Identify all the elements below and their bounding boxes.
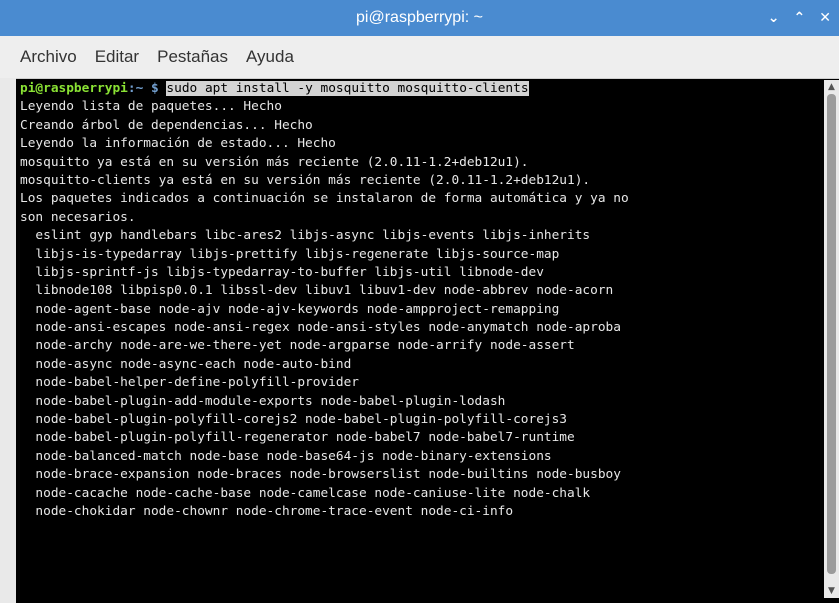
output-line: Leyendo la información de estado... Hech…	[20, 136, 336, 152]
menu-archivo[interactable]: Archivo	[20, 47, 77, 67]
output-line: node-chokidar node-chownr node-chrome-tr…	[20, 503, 514, 519]
title-bar[interactable]: pi@raspberrypi: ~ ⌄ ⌃ ✕	[0, 0, 839, 36]
output-line: node-agent-base node-ajv node-ajv-keywor…	[20, 301, 560, 317]
output-line: mosquitto-clients ya está en su versión …	[20, 172, 591, 188]
close-icon[interactable]: ✕	[819, 0, 831, 36]
terminal-output[interactable]: pi@raspberrypi:~ $ sudo apt install -y m…	[16, 80, 824, 598]
window-title: pi@raspberrypi: ~	[356, 9, 483, 26]
output-line: libnode108 libpisp0.0.1 libssl-dev libuv…	[20, 283, 614, 299]
output-line: node-balanced-match node-base node-base6…	[20, 448, 552, 464]
output-line: libjs-sprintf-js libjs-typedarray-to-buf…	[20, 264, 544, 280]
output-line: mosquitto ya está en su versión más reci…	[20, 154, 529, 170]
window-border	[0, 78, 16, 603]
minimize-icon[interactable]: ⌄	[768, 0, 780, 36]
maximize-icon[interactable]: ⌃	[794, 0, 806, 36]
output-line: eslint gyp handlebars libc-ares2 libjs-a…	[20, 228, 591, 244]
output-line: node-babel-plugin-polyfill-corejs2 node-…	[20, 412, 568, 428]
menu-editar[interactable]: Editar	[95, 47, 139, 67]
vertical-scrollbar[interactable]: ▲ ▼	[824, 80, 839, 598]
output-line: node-ansi-escapes node-ansi-regex node-a…	[20, 320, 621, 336]
output-line: node-brace-expansion node-braces node-br…	[20, 467, 621, 483]
menu-ayuda[interactable]: Ayuda	[246, 47, 294, 67]
output-line: node-archy node-are-we-there-yet node-ar…	[20, 338, 575, 354]
output-line: node-async node-async-each node-auto-bin…	[20, 356, 352, 372]
output-line: node-babel-plugin-polyfill-regenerator n…	[20, 430, 575, 446]
command-text: sudo apt install -y mosquitto mosquitto-…	[166, 81, 529, 96]
menu-bar: Archivo Editar Pestañas Ayuda	[0, 36, 839, 79]
prompt-user-host: pi@raspberrypi	[20, 81, 128, 96]
output-line: node-babel-plugin-add-module-exports nod…	[20, 393, 506, 409]
window-controls: ⌄ ⌃ ✕	[768, 0, 831, 36]
menu-pestanas[interactable]: Pestañas	[157, 47, 228, 67]
prompt-line: pi@raspberrypi:~ $ sudo apt install -y m…	[16, 80, 824, 98]
scroll-down-icon[interactable]: ▼	[827, 586, 836, 596]
output-line: Los paquetes indicados a continuación se…	[20, 191, 629, 207]
scrollbar-thumb[interactable]	[827, 94, 836, 574]
output-line: son necesarios.	[20, 209, 136, 225]
output-line: Leyendo lista de paquetes... Hecho	[20, 99, 282, 115]
terminal-window: pi@raspberrypi: ~ ⌄ ⌃ ✕ Archivo Editar P…	[0, 0, 839, 603]
output-line: node-cacache node-cache-base node-camelc…	[20, 485, 591, 501]
prompt-path: :~ $	[127, 81, 159, 96]
output-line: Creando árbol de dependencias... Hecho	[20, 117, 313, 133]
output-line: node-babel-helper-define-polyfill-provid…	[20, 375, 359, 391]
scroll-up-icon[interactable]: ▲	[827, 82, 836, 92]
output-line: libjs-is-typedarray libjs-prettify libjs…	[20, 246, 560, 262]
